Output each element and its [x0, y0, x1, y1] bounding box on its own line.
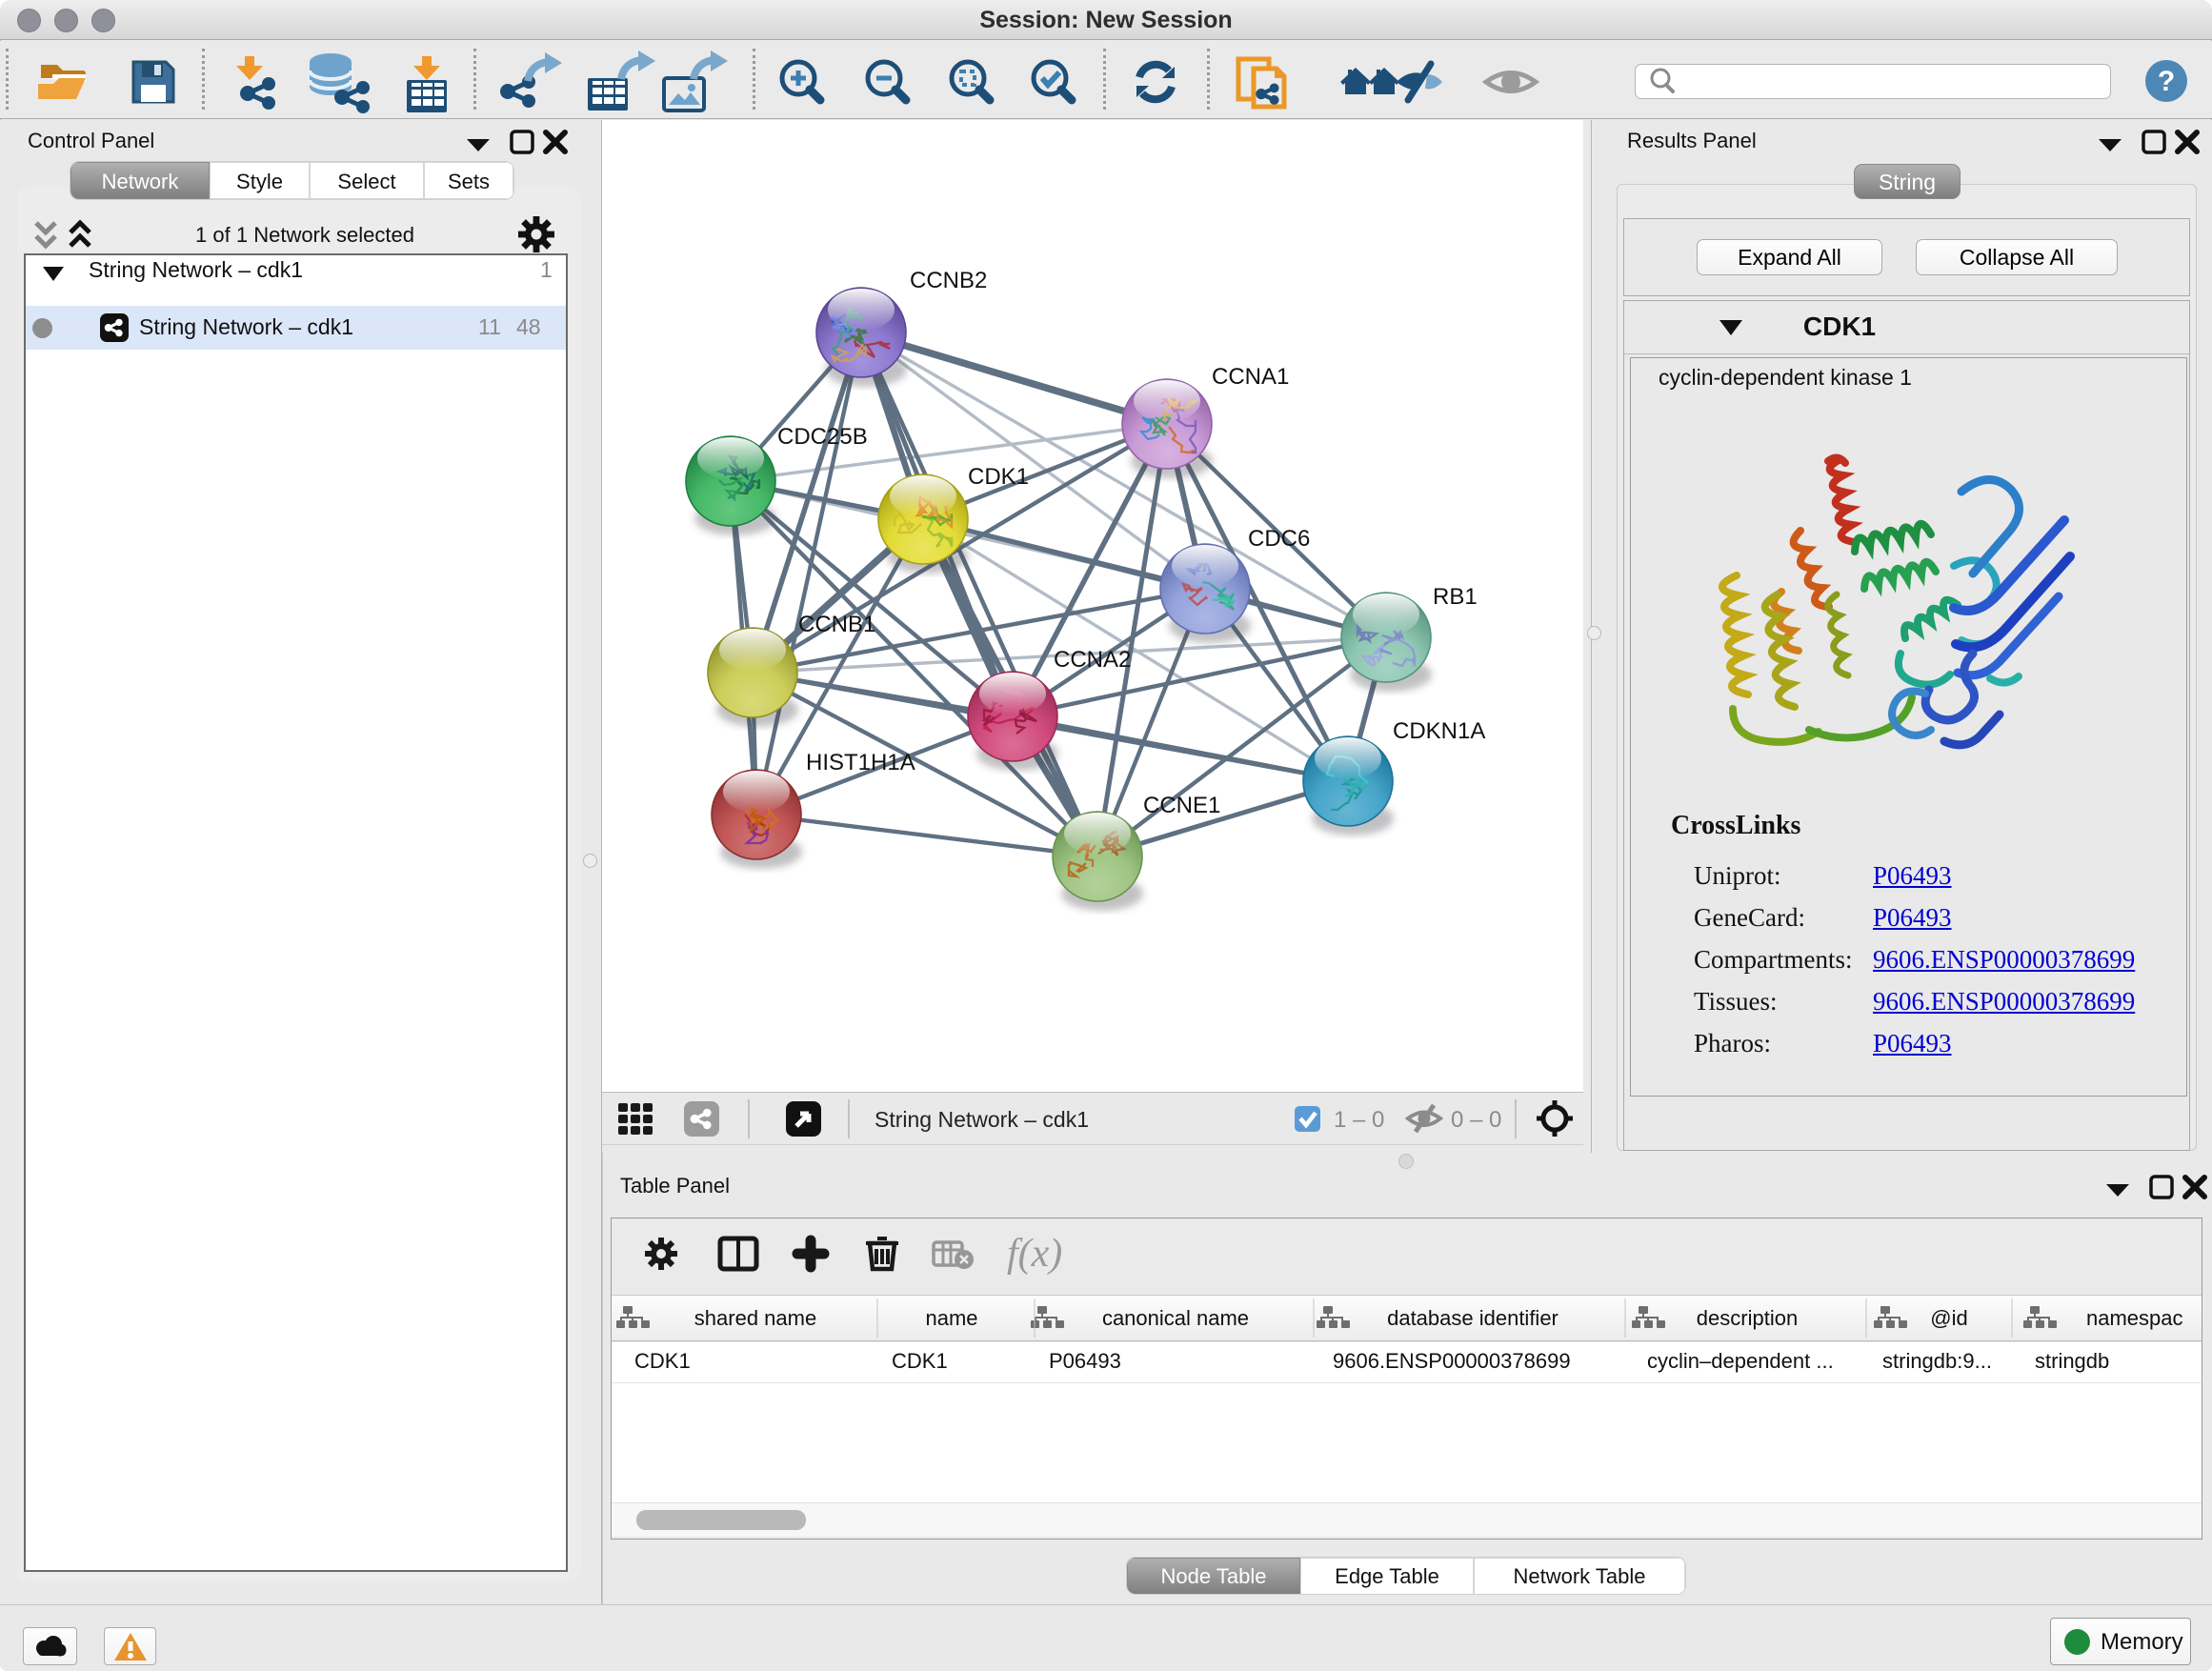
svg-text:CCNB2: CCNB2 [910, 268, 987, 293]
svg-text:0 – 0: 0 – 0 [1451, 1107, 1501, 1133]
svg-text:CCNA1: CCNA1 [1212, 364, 1289, 390]
svg-text:name: name [925, 1306, 977, 1330]
svg-text:namespac: namespac [2086, 1306, 2183, 1330]
svg-text:CDC25B: CDC25B [777, 424, 868, 450]
svg-text:CCNB1: CCNB1 [798, 612, 875, 637]
svg-text:canonical name: canonical name [1102, 1306, 1249, 1330]
svg-text:CDKN1A: CDKN1A [1393, 718, 1485, 744]
svg-text:1 – 0: 1 – 0 [1334, 1107, 1384, 1133]
svg-text:description: description [1697, 1306, 1798, 1330]
svg-text:shared name: shared name [694, 1306, 816, 1330]
svg-text:CCNE1: CCNE1 [1143, 793, 1220, 818]
svg-text:?: ? [2158, 66, 2175, 97]
svg-text:HIST1H1A: HIST1H1A [806, 750, 915, 775]
svg-text:String Network – cdk1: String Network – cdk1 [875, 1107, 1089, 1132]
svg-text:f(x): f(x) [1007, 1232, 1062, 1276]
svg-text:CDC6: CDC6 [1248, 526, 1310, 552]
svg-text:@id: @id [1930, 1306, 1967, 1330]
svg-text:CCNA2: CCNA2 [1054, 647, 1131, 673]
svg-text:CDK1: CDK1 [968, 464, 1029, 490]
svg-text:database identifier: database identifier [1387, 1306, 1558, 1330]
svg-text:RB1: RB1 [1433, 584, 1478, 610]
